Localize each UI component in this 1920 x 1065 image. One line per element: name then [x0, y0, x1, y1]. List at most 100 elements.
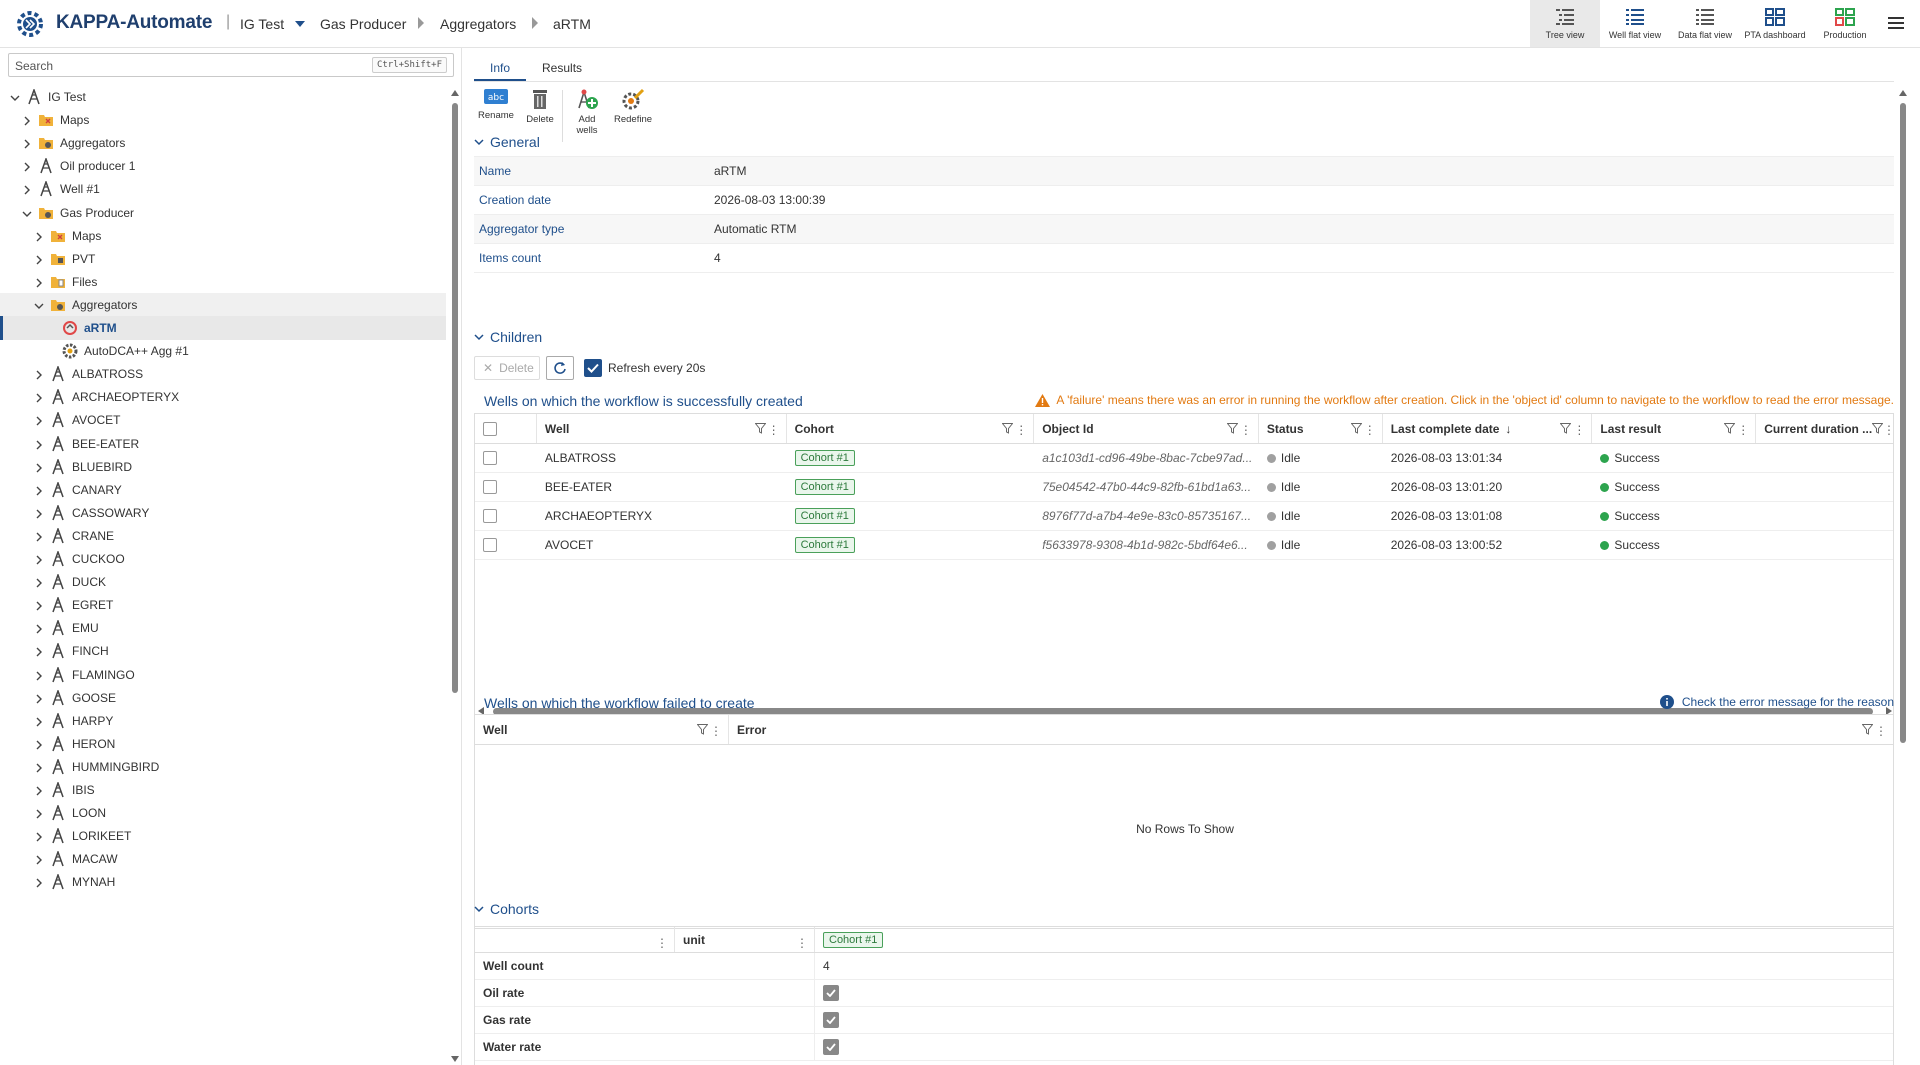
object-id-link[interactable]: a1c103d1-cd96-49be-8bac-7cbe97ad...: [1034, 451, 1259, 465]
chevron-right-icon[interactable]: [34, 646, 44, 657]
tree-node[interactable]: HERON: [0, 732, 446, 756]
tree-node[interactable]: CASSOWARY: [0, 501, 446, 525]
project-dropdown-icon[interactable]: [295, 21, 305, 27]
redefine-button[interactable]: Redefine: [611, 88, 655, 148]
chevron-right-icon[interactable]: [34, 577, 44, 588]
tree-node[interactable]: AVOCET: [0, 408, 446, 432]
children-section-toggle[interactable]: Children: [474, 329, 542, 345]
chevron-right-icon[interactable]: [34, 554, 44, 565]
chevron-down-icon[interactable]: [10, 92, 20, 102]
checkbox-checked-icon[interactable]: [823, 1012, 839, 1028]
chevron-right-icon[interactable]: [34, 231, 44, 242]
tree-node[interactable]: CRANE: [0, 524, 446, 548]
tree-node[interactable]: CUCKOO: [0, 547, 446, 571]
column-header-current-duration[interactable]: Current duration ... ⋮: [1756, 414, 1895, 443]
tree-node[interactable]: PVT: [0, 247, 446, 271]
chevron-right-icon[interactable]: [34, 854, 44, 865]
filter-icon[interactable]: [1871, 423, 1884, 437]
column-menu-icon[interactable]: ⋮: [1015, 423, 1027, 437]
column-menu-icon[interactable]: ⋮: [768, 423, 780, 437]
table-row[interactable]: ALBATROSS Cohort #1 a1c103d1-cd96-49be-8ba…: [475, 444, 1893, 473]
chevron-right-icon[interactable]: [22, 138, 32, 149]
row-checkbox[interactable]: [483, 509, 497, 523]
chevron-right-icon[interactable]: [22, 184, 32, 195]
column-header-cohort[interactable]: Cohort #1: [815, 927, 1893, 952]
chevron-right-icon[interactable]: [34, 762, 44, 773]
main-scrollbar[interactable]: [1898, 88, 1908, 1063]
chevron-right-icon[interactable]: [34, 485, 44, 496]
tree-node[interactable]: FINCH: [0, 639, 446, 663]
object-id-link[interactable]: 8976f77d-a7b4-4e9e-83c0-85735167...: [1034, 509, 1259, 523]
tree-node[interactable]: IBIS: [0, 778, 446, 802]
column-menu-icon[interactable]: ⋮: [1573, 423, 1585, 437]
filter-icon[interactable]: [1723, 423, 1736, 437]
chevron-right-icon[interactable]: [34, 785, 44, 796]
column-header-last-result[interactable]: Last result ⋮: [1592, 414, 1757, 443]
filter-icon[interactable]: [1001, 423, 1014, 437]
column-menu-icon[interactable]: ⋮: [796, 936, 808, 950]
chevron-right-icon[interactable]: [34, 739, 44, 750]
tree-scrollbar[interactable]: [450, 88, 460, 1064]
column-header-blank[interactable]: ⋮: [475, 927, 675, 952]
tree-node[interactable]: EMU: [0, 616, 446, 640]
table-row[interactable]: ARCHAEOPTERYX Cohort #1 8976f77d-a7b4-4e9e…: [475, 502, 1893, 531]
tree-node[interactable]: BLUEBIRD: [0, 455, 446, 479]
chevron-right-icon[interactable]: [34, 369, 44, 380]
tree-node[interactable]: DUCK: [0, 570, 446, 594]
object-id-link[interactable]: f5633978-9308-4b1d-982c-5bdf64e6...: [1034, 538, 1259, 552]
column-header-unit[interactable]: unit ⋮: [675, 927, 815, 952]
chevron-right-icon[interactable]: [34, 808, 44, 819]
tree-node[interactable]: aRTM: [0, 316, 446, 340]
column-header-error[interactable]: Error ⋮: [729, 715, 1893, 744]
tab-results[interactable]: Results: [526, 53, 598, 81]
tree-node[interactable]: LOON: [0, 801, 446, 825]
column-header-select[interactable]: [475, 414, 537, 443]
chevron-right-icon[interactable]: [34, 439, 44, 449]
tree-node[interactable]: GOOSE: [0, 686, 446, 710]
column-header-well[interactable]: Well ⋮: [537, 414, 787, 443]
main-scrollbar-thumb[interactable]: [1900, 103, 1906, 743]
chevron-right-icon[interactable]: [34, 392, 44, 403]
table-row[interactable]: BEE-EATER Cohort #1 75e04542-47b0-44c9-82f…: [475, 473, 1893, 502]
tree-node[interactable]: LORIKEET: [0, 824, 446, 848]
scroll-up-icon[interactable]: [451, 90, 459, 96]
tree-node[interactable]: HUMMINGBIRD: [0, 755, 446, 779]
tree-view-button[interactable]: Tree view: [1530, 0, 1600, 47]
search-input[interactable]: Search Ctrl+Shift+F: [8, 53, 454, 77]
column-menu-icon[interactable]: ⋮: [1364, 423, 1376, 437]
menu-icon[interactable]: [1888, 14, 1906, 32]
row-select-cell[interactable]: [475, 480, 537, 494]
add-wells-button[interactable]: Add wells: [563, 88, 611, 148]
tree-node[interactable]: AutoDCA++ Agg #1: [0, 339, 446, 363]
breadcrumb-item[interactable]: Aggregators: [440, 16, 516, 32]
chevron-right-icon[interactable]: [34, 623, 44, 634]
filter-icon[interactable]: [1350, 423, 1363, 437]
tree-node[interactable]: Aggregators: [0, 131, 446, 155]
row-select-cell[interactable]: [475, 509, 537, 523]
tree-node[interactable]: MACAW: [0, 847, 446, 871]
cohorts-section-toggle[interactable]: Cohorts: [474, 901, 539, 917]
chevron-right-icon[interactable]: [34, 415, 44, 426]
checkbox-checked-icon[interactable]: [823, 985, 839, 1001]
data-flat-view-button[interactable]: Data flat view: [1670, 0, 1740, 47]
chevron-right-icon[interactable]: [34, 670, 44, 680]
chevron-right-icon[interactable]: [34, 600, 44, 611]
chevron-right-icon[interactable]: [34, 716, 44, 727]
row-select-cell[interactable]: [475, 451, 537, 465]
column-header-well[interactable]: Well ⋮: [475, 715, 729, 744]
refresh-button[interactable]: [546, 356, 574, 380]
tree-node[interactable]: ARCHAEOPTERYX: [0, 385, 446, 409]
chevron-down-icon[interactable]: [22, 208, 32, 218]
filter-icon[interactable]: [1226, 423, 1239, 437]
chevron-right-icon[interactable]: [22, 115, 32, 126]
filter-icon[interactable]: [697, 724, 708, 735]
row-select-cell[interactable]: [475, 538, 537, 552]
column-header-cohort[interactable]: Cohort ⋮: [787, 414, 1035, 443]
chevron-right-icon[interactable]: [34, 877, 44, 888]
column-menu-icon[interactable]: ⋮: [1240, 423, 1252, 437]
filter-icon[interactable]: [1862, 724, 1873, 735]
row-checkbox[interactable]: [483, 538, 497, 552]
chevron-right-icon[interactable]: [34, 531, 44, 542]
row-checkbox[interactable]: [483, 480, 497, 494]
chevron-right-icon[interactable]: [22, 161, 32, 172]
